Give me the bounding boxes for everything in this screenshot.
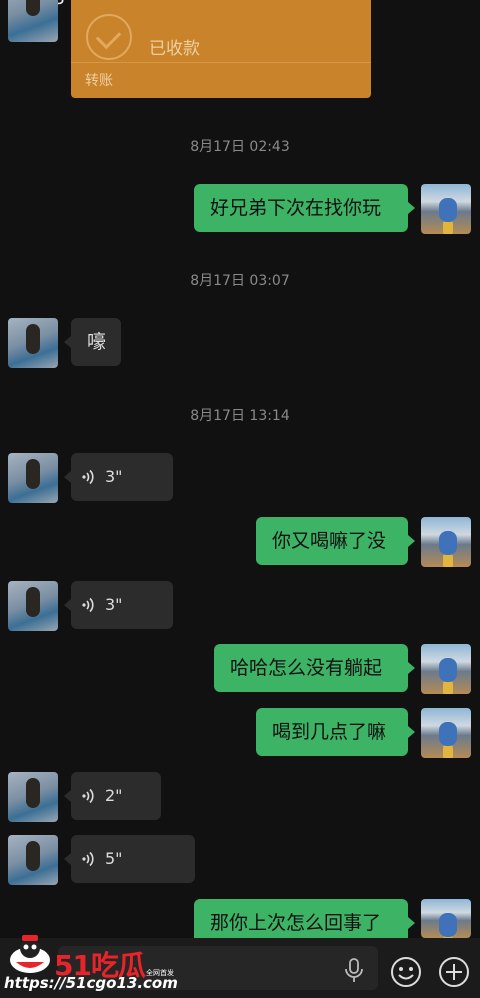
bubble-tail [64, 853, 71, 865]
emoji-icon[interactable] [390, 956, 422, 988]
my-avatar[interactable] [421, 708, 471, 758]
bubble-tail [408, 535, 415, 547]
voice-wave-icon [82, 851, 94, 867]
watermark-url: https://51cgo13.com [4, 974, 178, 992]
contact-avatar[interactable] [8, 835, 58, 885]
my-avatar[interactable] [421, 644, 471, 694]
bubble-tail [64, 599, 71, 611]
message-bubble-out[interactable]: 好兄弟下次在找你玩 [194, 184, 408, 232]
plus-icon[interactable] [438, 956, 470, 988]
message-bubble-in[interactable]: 嚎 [71, 318, 121, 366]
voice-duration: 3" [105, 595, 123, 614]
contact-avatar[interactable] [8, 453, 58, 503]
my-avatar[interactable] [421, 899, 471, 938]
bubble-tail [64, 790, 71, 802]
bubble-tail [408, 726, 415, 738]
voice-wave-icon [82, 597, 94, 613]
message-bubble-out[interactable]: 你又喝嘛了没 [256, 517, 408, 565]
voice-message[interactable]: 3" [71, 453, 173, 501]
voice-duration: 2" [105, 786, 123, 805]
contact-avatar[interactable] [8, 772, 58, 822]
bubble-tail [408, 202, 415, 214]
transfer-status: 已收款 [149, 39, 200, 59]
bubble-tail [64, 336, 71, 348]
transfer-received-icon [86, 14, 132, 60]
voice-message[interactable]: 3" [71, 581, 173, 629]
timestamp: 8月17日 03:07 [190, 273, 290, 289]
more-dots-icon[interactable]: ··· [436, 0, 462, 10]
my-avatar[interactable] [421, 517, 471, 567]
voice-message[interactable]: 2" [71, 772, 161, 820]
voice-duration: 3" [105, 467, 123, 486]
voice-wave-icon [82, 469, 94, 485]
transfer-divider [71, 62, 371, 63]
bubble-tail [64, 471, 71, 483]
voice-wave-icon [82, 788, 94, 804]
transfer-label: 转账 [85, 73, 113, 89]
timestamp: 8月17日 02:43 [190, 139, 290, 155]
voice-message[interactable]: 5" [71, 835, 195, 883]
bubble-tail [408, 917, 415, 929]
message-bubble-out[interactable]: 喝到几点了嘛 [256, 708, 408, 756]
timestamp: 8月17日 13:14 [190, 408, 290, 424]
my-avatar[interactable] [421, 184, 471, 234]
voice-duration: 5" [105, 849, 123, 868]
watermark-logo-icon [10, 935, 50, 973]
contact-avatar[interactable] [8, 0, 58, 42]
bubble-tail [408, 662, 415, 674]
microphone-icon[interactable] [343, 958, 365, 984]
contact-avatar[interactable] [8, 318, 58, 368]
contact-avatar[interactable] [8, 581, 58, 631]
message-bubble-out[interactable]: 哈哈怎么没有躺起 [214, 644, 408, 692]
